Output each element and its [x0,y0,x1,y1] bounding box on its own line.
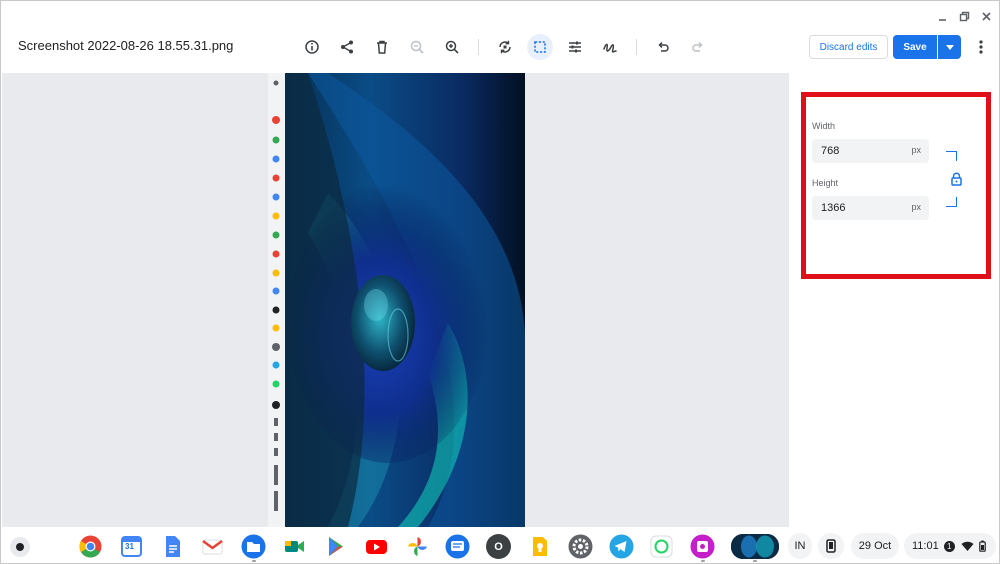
youtube-app[interactable] [364,534,389,559]
play-store-icon [329,537,343,556]
peacock-feather-image [268,73,525,527]
settings-gear-icon [568,534,593,559]
width-unit: px [911,145,921,155]
info-button[interactable] [299,34,325,60]
zoom-out-icon [410,40,424,54]
files-icon [241,534,266,559]
width-label: Width [812,121,836,131]
delete-button[interactable] [369,34,395,60]
info-icon [305,40,319,54]
screenshot-icon [690,534,715,559]
meet-icon [285,541,304,552]
height-unit: px [911,202,921,212]
chevron-down-icon [945,44,954,50]
screenshot-app[interactable] [690,534,715,559]
messages-icon [445,534,470,559]
launcher-icon [16,543,24,551]
telegram-app[interactable] [609,534,634,559]
rotate-icon [499,40,511,54]
zoom-in-button[interactable] [439,34,465,60]
running-indicator [252,560,256,562]
o-app[interactable]: O [486,534,511,559]
battery-icon [978,540,986,552]
gallery-window: Screenshot 2022-08-26 18.55.31.png Disca… [0,0,1000,564]
launcher-button[interactable] [10,537,30,557]
aspect-link-bracket-top [946,151,957,161]
minimize-button[interactable] [932,7,952,25]
markup-button[interactable] [597,34,623,60]
settings-app[interactable] [568,534,593,559]
close-icon [981,11,991,21]
markup-icon [603,43,617,53]
rotate-button[interactable] [492,34,518,60]
youtube-icon [366,540,387,554]
more-vert-icon [979,40,983,54]
clock: 11:01 [912,540,939,552]
share-icon [341,40,353,54]
crop-resize-button[interactable] [527,34,553,60]
toolbar-divider [636,39,637,55]
aspect-ratio-lock-button[interactable] [950,172,963,186]
height-value: 1366 [821,202,846,214]
keep-icon [533,537,547,556]
image-canvas[interactable] [2,73,789,527]
close-button[interactable] [976,7,996,25]
keep-app[interactable] [527,534,552,559]
adjust-icon [569,41,581,53]
minimize-icon [938,18,946,21]
save-button[interactable]: Save [893,35,937,59]
gmail-app[interactable] [200,534,225,559]
redo-icon [692,41,703,52]
aspect-link-bracket-bottom [946,197,957,207]
docs-app[interactable] [160,534,185,559]
save-options-button[interactable] [938,35,961,59]
edited-image [268,73,525,527]
gmail-icon [202,539,223,555]
toolbar-divider [478,39,479,55]
lock-icon [951,172,962,186]
docs-icon [166,536,180,557]
files-app[interactable] [241,534,266,559]
meet-app[interactable] [282,534,307,559]
chrome-app[interactable] [78,534,103,559]
wallpaper-app[interactable] [731,534,779,559]
notification-badge: 1 [943,540,955,552]
running-indicator [701,560,705,562]
photos-icon [408,537,427,556]
restore-icon [959,11,969,21]
wifi-icon [961,541,974,551]
messages-app[interactable] [445,534,470,559]
height-input[interactable]: 1366 px [812,196,929,220]
more-options-button[interactable] [973,37,989,57]
running-indicator [753,560,757,562]
wallpaper-thumbnail-icon [731,534,779,559]
crop-icon [534,41,546,53]
ime-indicator[interactable]: IN [788,533,812,559]
telegram-icon [609,534,634,559]
zoom-in-icon [445,40,459,54]
photos-app[interactable] [405,534,430,559]
zoom-out-button[interactable] [404,34,430,60]
delete-icon [377,40,387,54]
width-value: 768 [821,145,840,157]
share-button[interactable] [334,34,360,60]
adjust-button[interactable] [562,34,588,60]
undo-button[interactable] [650,34,676,60]
phone-icon [826,539,836,553]
status-tray[interactable]: 11:01 1 [904,533,996,559]
maximize-button[interactable] [954,7,974,25]
date-button[interactable]: 29 Oct [851,533,899,559]
play-store-app[interactable] [323,534,348,559]
whatsapp-app[interactable] [649,534,674,559]
redo-button[interactable] [685,34,711,60]
undo-icon [658,41,669,52]
phone-hub-button[interactable] [818,533,844,559]
height-label: Height [812,178,839,188]
width-input[interactable]: 768 px [812,139,929,163]
discard-edits-button[interactable]: Discard edits [809,35,888,59]
calendar-day: 31 [125,542,134,551]
file-name-title[interactable]: Screenshot 2022-08-26 18.55.31.png [18,38,233,53]
whatsapp-icon [650,535,673,558]
chrome-icon [79,535,102,558]
